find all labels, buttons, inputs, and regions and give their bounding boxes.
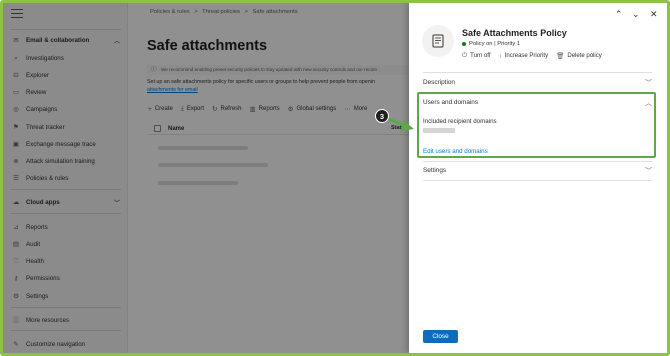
section-title: Settings	[423, 167, 447, 174]
divider	[423, 72, 652, 73]
trash-icon: 🗑	[556, 53, 565, 60]
description-section-header[interactable]: Description ﹀	[423, 79, 652, 89]
arrow-up-icon: ↑	[498, 52, 502, 60]
policy-actions: ⏻ Turn off ↑ Increase Priority 🗑 Delete pol…	[462, 52, 610, 60]
chevron-up-icon[interactable]: ⌃	[615, 9, 623, 19]
divider	[423, 161, 652, 162]
modal-overlay[interactable]	[3, 3, 409, 353]
step-number-badge: 3	[375, 109, 389, 123]
highlight-box	[417, 92, 656, 158]
policy-document-icon	[422, 25, 454, 57]
increase-priority-button[interactable]: ↑ Increase Priority	[499, 52, 549, 60]
turn-off-button[interactable]: ⏻ Turn off	[462, 52, 491, 60]
chevron-down-icon: ﹀	[645, 80, 652, 87]
chevron-down-icon[interactable]: ⌄	[632, 9, 640, 19]
chevron-down-icon: ﹀	[645, 168, 652, 175]
policy-name: Safe Attachments Policy	[462, 28, 567, 38]
close-button[interactable]: Close	[423, 330, 458, 343]
status-on-dot-icon	[462, 42, 466, 46]
power-icon: ⏻	[462, 52, 468, 59]
button-label: Increase Priority	[504, 53, 549, 59]
close-icon[interactable]: ✕	[650, 9, 658, 19]
section-title: Description	[423, 79, 455, 86]
policy-status: Policy on | Priority 1	[462, 41, 520, 47]
button-label: Delete policy	[567, 53, 602, 59]
callout-arrow-icon	[387, 117, 414, 131]
divider	[423, 180, 652, 181]
delete-policy-button[interactable]: 🗑 Delete policy	[556, 52, 602, 60]
policy-details-flyout: ⌃ ⌄ ✕ Safe Attachments Policy Policy on …	[409, 3, 667, 353]
settings-section-header[interactable]: Settings ﹀	[423, 167, 652, 177]
button-label: Turn off	[470, 53, 491, 59]
policy-status-text: Policy on | Priority 1	[469, 41, 521, 47]
app-window: ✉ Email & collaboration ︿ ⌕ Investigatio…	[0, 0, 670, 356]
